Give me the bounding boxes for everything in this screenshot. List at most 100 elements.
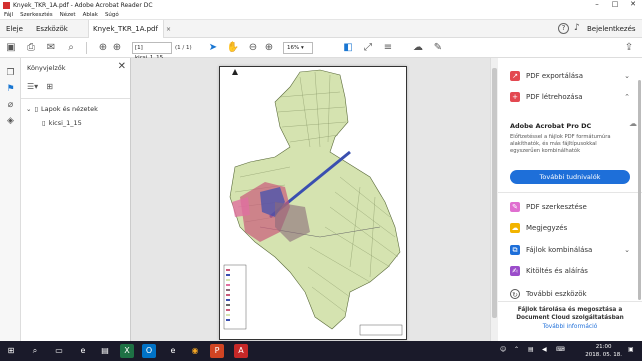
layers-icon[interactable]: ◈ [5, 116, 16, 127]
help-icon[interactable]: ? [558, 23, 569, 34]
next-page-icon[interactable]: ⊕ [110, 41, 124, 55]
edit-pdf-item[interactable]: ✎ PDF szerkesztése [510, 200, 587, 214]
north-arrow [232, 69, 238, 75]
highlight-tool-icon[interactable]: ✎ [431, 41, 445, 55]
pdf-page[interactable] [219, 66, 407, 340]
comment-icon: ☁ [510, 223, 520, 233]
previous-page-icon[interactable]: ⊕ [96, 41, 110, 55]
toolbar: ▣ ⎙ ✉ ⌕ ⊕ ⊕ [1] kicsi_1_15 (1 / 1) ➤ ✋ ⊖… [0, 38, 642, 61]
bookmark-root-label: Lapok és nézetek [41, 105, 98, 113]
combine-files-icon: ⧉ [510, 245, 520, 255]
tab-document[interactable]: Knyek_TKR_1A.pdf × [88, 20, 171, 38]
zoom-out-icon[interactable]: ⊖ [246, 41, 260, 55]
title-block [359, 324, 403, 336]
menu-window[interactable]: Ablak [83, 12, 98, 18]
scrollbar-thumb[interactable] [492, 68, 497, 318]
close-window-button[interactable]: ✕ [624, 0, 642, 8]
tab-tools[interactable]: Eszközök [32, 20, 72, 38]
menu-help[interactable]: Súgó [105, 12, 119, 18]
outlook-icon[interactable]: O [142, 344, 156, 358]
fill-sign-item[interactable]: ✍ Kitöltés és aláírás [510, 264, 588, 278]
fit-page-icon[interactable]: ◧ [341, 41, 355, 55]
cloud-storage-text: Fájlok tárolása és megosztása a Document… [516, 307, 624, 321]
scroll-mode-icon[interactable]: ≡ [381, 41, 395, 55]
full-screen-icon[interactable]: ⤢ [361, 41, 375, 55]
chrome-icon[interactable]: ◉ [188, 344, 202, 358]
minimize-button[interactable]: – [588, 0, 606, 8]
chevron-down-icon[interactable]: ⌄ [624, 246, 630, 254]
zoom-level-dropdown[interactable]: 16% ▾ [283, 42, 313, 54]
volume-icon[interactable]: ◀ [542, 346, 547, 353]
file-explorer-icon[interactable]: ▤ [98, 344, 112, 358]
bookmark-child-label: kicsi_1_15 [48, 119, 82, 127]
bookmark-options-icon[interactable]: ☰▾ [27, 82, 38, 91]
task-view-icon[interactable]: ▭ [52, 344, 66, 358]
chevron-down-icon[interactable]: ⌄ [624, 72, 630, 80]
tab-home[interactable]: Eleje [2, 20, 27, 38]
sign-in-link[interactable]: Bejelentkezés [587, 20, 636, 38]
page-number-field[interactable]: [1] kicsi_1_15 [132, 42, 172, 61]
cloud-icon: ☁ [629, 119, 637, 128]
share-icon[interactable]: ⇪ [622, 41, 636, 55]
acrobat-taskbar-icon[interactable]: A [234, 344, 248, 358]
export-pdf-label: PDF exportálása [526, 72, 583, 80]
close-panel-icon[interactable]: ✕ [118, 61, 126, 72]
window-controls: – □ ✕ [588, 0, 642, 8]
more-tools-item[interactable]: ↻ További eszközök [510, 287, 587, 301]
fill-sign-icon: ✍ [510, 266, 520, 276]
powerpoint-icon[interactable]: P [210, 344, 224, 358]
notifications-icon[interactable]: ▣ [628, 346, 634, 353]
print-icon[interactable]: ⎙ [24, 41, 38, 55]
bookmarks-panel-tools: ☰▾ ⊞ [27, 82, 53, 91]
expand-chevron-icon[interactable]: ⌄ [26, 105, 31, 113]
promo-text: Előfizetéssel a fájlok PDF formátumúra a… [510, 134, 611, 154]
page-thumbnails-icon[interactable]: ❐ [5, 68, 16, 79]
window-title: Knyek_TKR_1A.pdf - Adobe Acrobat Reader … [13, 1, 153, 9]
edit-pdf-label: PDF szerkesztése [526, 203, 587, 211]
left-navigation-rail: ❐ ⚑ ⌀ ◈ [0, 58, 21, 341]
vertical-scrollbar[interactable] [490, 58, 498, 341]
menu-view[interactable]: Nézet [60, 12, 76, 18]
menu-file[interactable]: Fájl [4, 12, 13, 18]
network-icon[interactable]: ▤ [528, 346, 534, 353]
more-info-link[interactable]: További információ [498, 324, 642, 330]
select-tool-icon[interactable]: ➤ [206, 41, 220, 55]
fill-sign-label: Kitöltés és aláírás [526, 267, 588, 275]
find-icon[interactable]: ⌕ [64, 41, 78, 55]
edge-icon[interactable]: e [76, 344, 90, 358]
right-pane-scrollbar[interactable] [638, 80, 641, 300]
combine-files-item[interactable]: ⧉ Fájlok kombinálása ⌄ [510, 243, 638, 257]
new-bookmark-icon[interactable]: ⊞ [46, 82, 53, 91]
search-icon[interactable]: ⌕ [28, 344, 42, 358]
notification-bell-icon[interactable]: ♪ [574, 23, 584, 34]
zoom-in-icon[interactable]: ⊕ [262, 41, 276, 55]
chevron-up-icon[interactable]: ⌃ [624, 93, 630, 101]
attachments-icon[interactable]: ⌀ [5, 100, 16, 111]
email-icon[interactable]: ✉ [44, 41, 58, 55]
save-icon[interactable]: ▣ [4, 41, 18, 55]
comment-label: Megjegyzés [526, 224, 568, 232]
hand-tool-icon[interactable]: ✋ [226, 41, 240, 55]
bookmark-child[interactable]: ▯ kicsi_1_15 [42, 119, 82, 127]
learn-more-button[interactable]: További tudnivalók [510, 170, 630, 184]
bookmarks-icon[interactable]: ⚑ [5, 84, 16, 95]
people-icon[interactable]: ☺ [500, 346, 506, 353]
maximize-button[interactable]: □ [606, 0, 624, 8]
combine-files-label: Fájlok kombinálása [526, 246, 593, 254]
menu-edit[interactable]: Szerkesztés [20, 12, 53, 18]
create-pdf-item[interactable]: + PDF létrehozása ⌃ [510, 90, 638, 104]
internet-explorer-icon[interactable]: e [166, 344, 180, 358]
map-drawing [223, 69, 403, 336]
keyboard-icon[interactable]: ⌨ [556, 346, 565, 353]
comment-item[interactable]: ☁ Megjegyzés [510, 221, 567, 235]
export-pdf-item[interactable]: ↗ PDF exportálása ⌄ [510, 69, 638, 83]
excel-icon[interactable]: X [120, 344, 134, 358]
tray-chevron-icon[interactable]: ⌃ [514, 346, 519, 353]
close-tab-icon[interactable]: × [166, 26, 171, 33]
comment-tool-icon[interactable]: ☁ [411, 41, 425, 55]
system-clock[interactable]: 21:00 2018. 05. 18. [585, 343, 622, 359]
bookmark-root[interactable]: ⌄ ▯ Lapok és nézetek [26, 105, 98, 113]
start-button-icon[interactable]: ⊞ [4, 344, 18, 358]
menu-bar: Fájl Szerkesztés Nézet Ablak Súgó [0, 10, 642, 20]
right-tools-pane: ↗ PDF exportálása ⌄ + PDF létrehozása ⌃ … [498, 58, 642, 341]
